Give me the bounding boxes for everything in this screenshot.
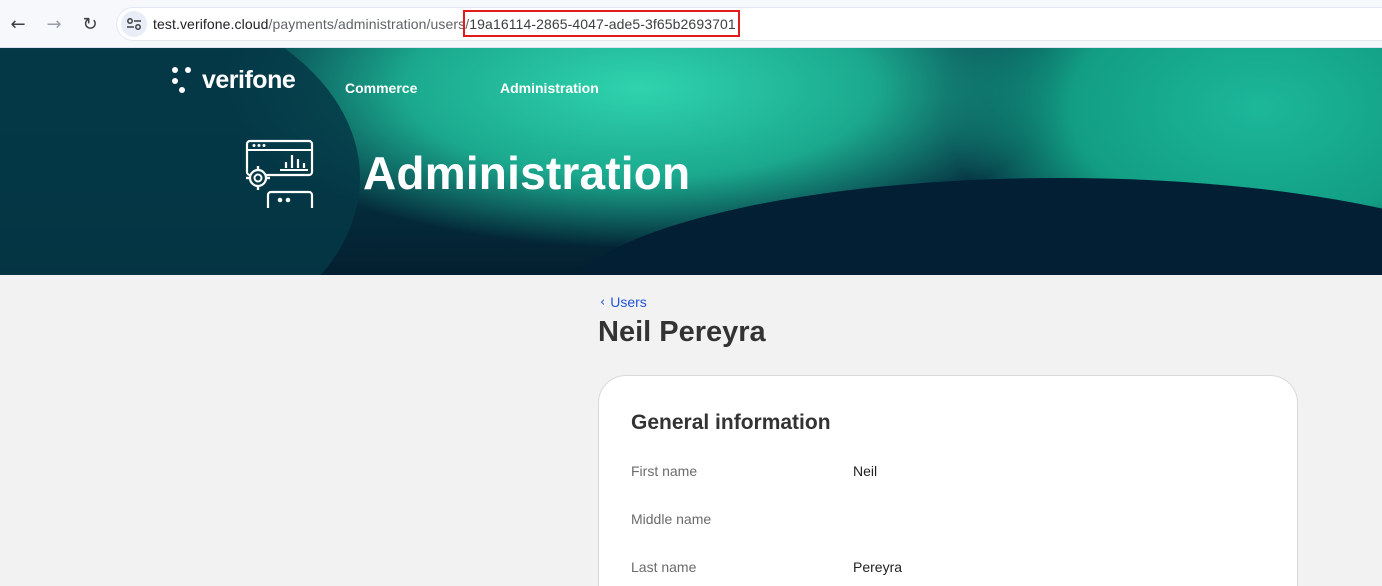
logo-dots-icon [170,65,198,95]
back-arrow-icon[interactable]: ← [6,12,30,36]
admin-dashboard-icon [245,139,314,208]
page-title: Neil Pereyra [598,316,766,348]
url-host: test.verifone.cloud [153,16,269,32]
forward-arrow-icon[interactable]: → [42,12,66,36]
address-bar[interactable]: test.verifone.cloud/payments/administrat… [116,7,1382,41]
card-title: General information [631,411,831,434]
last-name-label: Last name [631,559,697,575]
hero-banner: verifone Commerce Administration Adminis… [0,48,1382,275]
middle-name-label: Middle name [631,511,712,527]
general-information-card: General information First name Neil Midd… [598,375,1298,586]
back-to-users-link[interactable]: ‹ Users [600,294,647,310]
url-path: /payments/administration/users/ [268,16,470,32]
reload-icon[interactable]: ↻ [78,12,102,36]
verifone-logo[interactable]: verifone [170,65,296,95]
first-name-value: Neil [853,463,878,479]
hero-title: Administration [363,147,691,199]
chevron-left-icon: ‹ [600,294,606,310]
last-name-value: Pereyra [853,559,903,575]
logo-text: verifone [202,65,296,94]
nav-commerce[interactable]: Commerce [345,80,417,96]
back-link-label: Users [610,294,647,310]
nav-administration[interactable]: Administration [500,80,599,96]
url-id-highlight [463,10,740,37]
first-name-label: First name [631,463,698,479]
site-info-icon[interactable] [121,11,147,37]
